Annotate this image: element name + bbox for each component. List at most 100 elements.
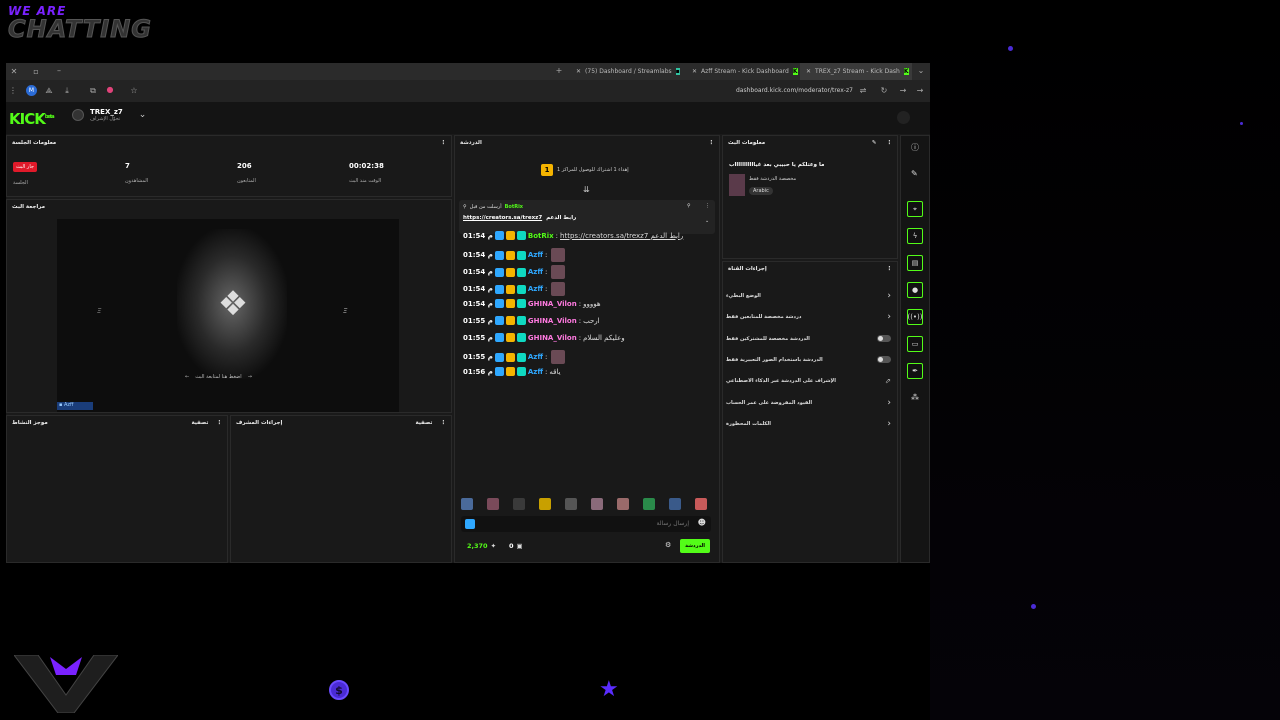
- menu-dots-icon[interactable]: ⋮: [8, 86, 18, 95]
- kick-logo[interactable]: KICKbeta: [9, 110, 55, 128]
- scroll-down-icon[interactable]: ⇊: [583, 185, 590, 194]
- info-icon[interactable]: ⓘ: [911, 142, 919, 153]
- quick-emote-icon[interactable]: [461, 498, 473, 510]
- quick-emote-icon[interactable]: [695, 498, 707, 510]
- message-user[interactable]: Azff: [528, 285, 543, 293]
- toggle-switch[interactable]: [877, 335, 891, 343]
- lightning-icon[interactable]: ϟ: [907, 228, 923, 244]
- message-user[interactable]: Azff: [528, 368, 543, 376]
- url-field[interactable]: dashboard.kick.com/moderator/trex-z7: [736, 87, 853, 94]
- chat-message[interactable]: 01:54 م Azff:: [463, 248, 566, 262]
- share-icon[interactable]: ⧉: [88, 86, 98, 96]
- quick-emote-icon[interactable]: [643, 498, 655, 510]
- channel-action-row[interactable]: الوضع البطيء ›: [726, 290, 891, 302]
- new-tab-icon[interactable]: +: [554, 66, 564, 75]
- chat-message[interactable]: 01:54 م Azff:: [463, 265, 566, 279]
- message-user[interactable]: Azff: [528, 268, 543, 276]
- chat-message[interactable]: 01:54 م Azff:: [463, 282, 566, 296]
- close-tab-icon[interactable]: ✕: [576, 68, 581, 75]
- chevron-down-icon[interactable]: ⌄: [139, 110, 147, 120]
- toggle-switch[interactable]: [877, 356, 891, 364]
- quick-emote-icon[interactable]: [669, 498, 681, 510]
- video-player[interactable]: ❖ Ξ Ξ ← اضغط هنا لمتابعة البث → ▪ Azff: [57, 219, 399, 412]
- channel-action-row[interactable]: الإشراف على الدردشة عبر الذكاء الاصطناعي…: [726, 375, 891, 387]
- kebab-icon[interactable]: ⋮: [441, 140, 447, 146]
- chat-message[interactable]: 01:55 م GHINA_Vilon: وعليكم السلام: [463, 333, 625, 342]
- profile-avatar[interactable]: M: [26, 85, 37, 96]
- storage-icon[interactable]: ▭: [907, 336, 923, 352]
- send-chat-button[interactable]: الدردشة: [680, 539, 710, 553]
- channel-switcher[interactable]: TREX_z7 تحوّل الإشراف ⌄: [72, 108, 146, 122]
- close-tab-icon[interactable]: ✕: [806, 68, 811, 75]
- mod-actions-filter[interactable]: تصفية: [415, 420, 432, 426]
- clipboard-icon[interactable]: ▤: [907, 255, 923, 271]
- chevron-down-icon[interactable]: ⌄: [705, 218, 709, 224]
- minimize-icon[interactable]: –: [54, 66, 64, 75]
- edit-icon[interactable]: ✎: [872, 140, 877, 146]
- chat-message[interactable]: 01:55 م GHINA_Vilon: ارحب: [463, 316, 600, 325]
- chat-bubble-icon[interactable]: ●: [907, 282, 923, 298]
- unpin-icon[interactable]: ⚲: [687, 203, 691, 209]
- extension-icon[interactable]: ⟁: [44, 86, 54, 96]
- emoji-icon[interactable]: ☻: [698, 518, 706, 527]
- kebab-icon[interactable]: ⋮: [709, 140, 715, 146]
- channel-action-row[interactable]: دردشة مخصصة للمتابعين فقط ›: [726, 311, 891, 323]
- chevron-right-icon[interactable]: ›: [887, 312, 891, 322]
- maximize-icon[interactable]: ▫: [31, 67, 41, 76]
- message-user[interactable]: Azff: [528, 353, 543, 361]
- kebab-icon[interactable]: ⋮: [887, 266, 893, 272]
- channel-action-row[interactable]: الكلمات المحظورة ›: [726, 418, 891, 430]
- bookmark-star-icon[interactable]: ☆: [129, 86, 139, 95]
- kebab-icon[interactable]: ⋮: [217, 420, 223, 426]
- settings-gear-icon[interactable]: ⚙: [665, 541, 671, 549]
- tab-streamlabs[interactable]: ✕ (75) Dashboard / Streamlabs ▪: [570, 63, 680, 80]
- quick-emote-icon[interactable]: [539, 498, 551, 510]
- quick-emote-icon[interactable]: [617, 498, 629, 510]
- chevron-right-icon[interactable]: ›: [887, 291, 891, 301]
- download-icon[interactable]: ⤓: [62, 86, 72, 96]
- message-user[interactable]: GHINA_Vilon: [528, 334, 577, 342]
- site-settings-icon[interactable]: ⇌: [858, 86, 868, 95]
- channel-action-row[interactable]: القيود المفروضة على عمر الحساب ›: [726, 397, 891, 409]
- record-icon[interactable]: ●: [105, 85, 115, 94]
- add-widget-icon[interactable]: ⁂: [911, 393, 919, 402]
- channel-action-row[interactable]: الدردشة مخصصة للمشتركين فقط: [726, 333, 891, 345]
- message-user[interactable]: Azff: [528, 251, 543, 259]
- back-icon[interactable]: →: [915, 86, 925, 95]
- quick-emote-icon[interactable]: [513, 498, 525, 510]
- chat-message[interactable]: 01:55 م Azff:: [463, 350, 566, 364]
- chevron-right-icon[interactable]: ›: [887, 419, 891, 429]
- chevron-right-icon[interactable]: ›: [887, 398, 891, 408]
- sparkle: [1240, 122, 1243, 125]
- activity-filter[interactable]: تصفية: [191, 420, 208, 426]
- channel-action-row[interactable]: الدردشة باستخدام الصور التعبيرية فقط: [726, 354, 891, 366]
- kebab-icon[interactable]: ⋮: [441, 420, 447, 426]
- quick-emote-icon[interactable]: [487, 498, 499, 510]
- kebab-icon[interactable]: ⋮: [705, 203, 710, 209]
- quick-emote-icon[interactable]: [591, 498, 603, 510]
- channel-points[interactable]: 2,370 ✦ 0 ▣: [467, 542, 523, 550]
- tab-trex-dashboard[interactable]: ✕ TREX_z7 Stream - Kick Dash K: [800, 63, 912, 80]
- pencil-icon[interactable]: ✎: [911, 169, 918, 178]
- pinned-link[interactable]: https://creators.sa/trexz7: [463, 215, 542, 221]
- message-user[interactable]: GHINA_Vilon: [528, 317, 577, 325]
- external-link-icon[interactable]: ⬀: [885, 377, 891, 385]
- close-tab-icon[interactable]: ✕: [692, 68, 697, 75]
- forward-icon[interactable]: →: [898, 86, 908, 95]
- tab-list-chevron-icon[interactable]: ⌄: [916, 66, 926, 75]
- chat-message[interactable]: 01:54 م BotRix: https://creators.sa/trexz7…: [463, 231, 683, 240]
- chat-message[interactable]: 01:56 م Azff: ياقه: [463, 367, 561, 376]
- tab-azff-dashboard[interactable]: ✕ Azff Stream - Kick Dashboard K: [686, 63, 798, 80]
- broadcast-icon[interactable]: ((•)): [907, 309, 923, 325]
- chat-message[interactable]: 01:54 م GHINA_Vilon: هوووو: [463, 299, 601, 308]
- quick-emote-icon[interactable]: [565, 498, 577, 510]
- wrench-icon[interactable]: ✒: [907, 363, 923, 379]
- chat-input-box[interactable]: إرسال رسالة ☻: [461, 516, 711, 532]
- user-avatar[interactable]: [897, 111, 910, 124]
- raid-icon[interactable]: ⌖: [907, 201, 923, 217]
- close-window-icon[interactable]: ✕: [9, 67, 19, 76]
- message-user[interactable]: GHINA_Vilon: [528, 300, 577, 308]
- message-user[interactable]: BotRix: [528, 232, 554, 240]
- reload-icon[interactable]: ↻: [879, 86, 889, 95]
- kebab-icon[interactable]: ⋮: [887, 140, 893, 146]
